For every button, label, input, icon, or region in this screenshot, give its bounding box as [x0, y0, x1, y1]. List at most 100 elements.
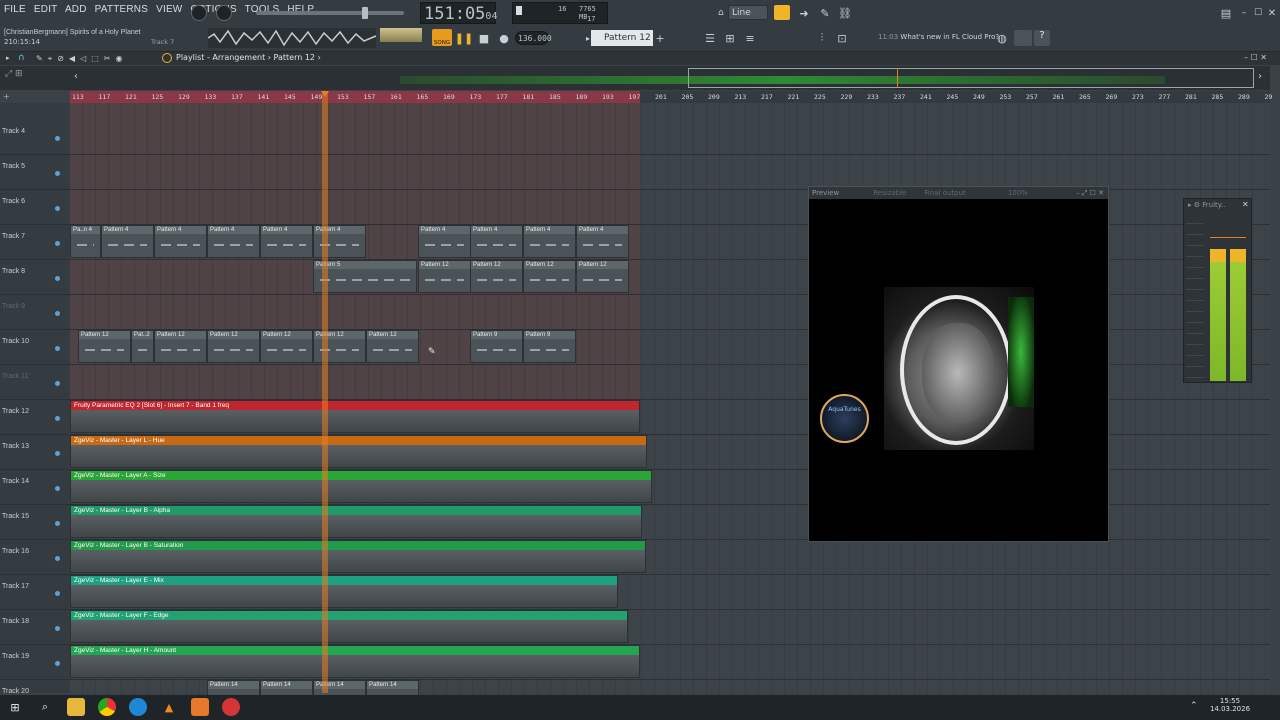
shop-icon[interactable]: ▤ — [1218, 5, 1234, 21]
pencil-icon[interactable]: ✎ — [817, 5, 833, 21]
help-icon[interactable]: ? — [1034, 30, 1050, 46]
pattern-clip[interactable]: Pattern 12 — [78, 330, 131, 363]
overview-viewport[interactable] — [688, 68, 1254, 88]
track-header[interactable]: Track 15 — [0, 505, 70, 540]
plugin-manager-icon[interactable] — [1014, 30, 1032, 46]
folder-icon[interactable] — [67, 698, 85, 716]
track-header[interactable]: Track 16 — [0, 540, 70, 575]
pattern-clip[interactable]: Pattern 12 — [523, 260, 576, 293]
track-led-icon[interactable] — [55, 556, 60, 561]
track-header[interactable]: Track 8 — [0, 260, 70, 295]
track-header[interactable]: Track 18 — [0, 610, 70, 645]
automation-clip[interactable]: ZgeViz - Master - Layer H - Amount — [70, 645, 640, 678]
playhead-marker-icon[interactable] — [321, 91, 329, 97]
pattern-clip[interactable]: Pattern 9 — [470, 330, 523, 363]
track-led-icon[interactable] — [55, 661, 60, 666]
pattern-clip[interactable]: Pattern 4 — [576, 225, 629, 258]
playlist-window-controls[interactable]: – ☐ ✕ — [1244, 53, 1267, 62]
pattern-clip[interactable]: Pattern 12 — [313, 330, 366, 363]
track-header[interactable]: Track 10 — [0, 330, 70, 365]
pause-icon[interactable]: ❚❚ — [455, 30, 473, 46]
song-position-display[interactable]: 151:0504 — [420, 2, 497, 24]
toolbar-arrow-icon[interactable]: ▸ — [6, 54, 10, 62]
channel-rack-icon[interactable]: ≡ — [742, 30, 758, 46]
stop-icon[interactable]: ■ — [476, 30, 492, 46]
piano-roll-icon[interactable]: ⊞ — [722, 30, 738, 46]
playlist-options-icon[interactable] — [162, 53, 172, 63]
search-icon[interactable]: ⌕ — [36, 698, 54, 716]
master-pitch-knob[interactable] — [216, 5, 232, 21]
automation-clip[interactable]: ZgeViz - Master - Layer F - Edge — [70, 610, 628, 643]
playlist-mode-icon[interactable] — [774, 5, 790, 20]
pattern-clip[interactable]: Pattern 12 — [576, 260, 629, 293]
pattern-clip[interactable]: Pattern 12 — [470, 260, 523, 293]
pattern-clip[interactable]: Pattern 9 — [523, 330, 576, 363]
track-header[interactable]: Track 19 — [0, 645, 70, 680]
pattern-clip[interactable]: Pattern 5 — [313, 260, 417, 293]
track-led-icon[interactable] — [55, 451, 60, 456]
link-icon[interactable]: ⛓ — [837, 5, 853, 21]
track-led-icon[interactable] — [55, 241, 60, 246]
arrangement-overview[interactable]: ⤢ ⊞ ‹ › — [0, 66, 1270, 90]
track-header[interactable]: Track 11 — [0, 365, 70, 400]
plugin-icon[interactable]: ⊡ — [834, 30, 850, 46]
playhead[interactable] — [322, 91, 328, 693]
track-header[interactable]: Track 4 — [0, 120, 70, 155]
track-led-icon[interactable] — [55, 626, 60, 631]
main-volume-slider[interactable] — [256, 11, 404, 15]
mixer-close-icon[interactable]: ✕ — [1242, 200, 1249, 209]
chrome-icon[interactable] — [98, 698, 116, 716]
pattern-clip[interactable]: Pattern 12 — [260, 330, 313, 363]
pattern-clip[interactable]: Pattern 12 — [366, 330, 419, 363]
pattern-clip[interactable]: Pattern 4 — [207, 225, 260, 258]
song-mode-toggle[interactable]: SONG — [432, 29, 452, 46]
menu-edit[interactable]: EDIT — [34, 4, 58, 15]
windows-icon[interactable]: ⊞ — [6, 698, 24, 716]
automation-clip[interactable]: ZgeViz - Master - Layer B - Alpha — [70, 505, 642, 538]
record-icon[interactable]: ● — [496, 30, 512, 46]
preview-output[interactable]: Final output — [924, 187, 965, 199]
track-led-icon[interactable] — [55, 311, 60, 316]
pattern-clip[interactable]: Pa..n 4 — [70, 225, 101, 258]
automation-clip[interactable]: ZgeViz - Master - Layer L - Hue — [70, 435, 647, 468]
track-header[interactable]: Track 13 — [0, 435, 70, 470]
pattern-clip[interactable]: Pattern 4 — [154, 225, 207, 258]
pattern-clip[interactable]: Pattern 4 — [313, 225, 366, 258]
menu-patterns[interactable]: PATTERNS — [95, 4, 148, 15]
track-led-icon[interactable] — [55, 591, 60, 596]
track-led-icon[interactable] — [55, 171, 60, 176]
add-pattern-icon[interactable]: + — [652, 30, 668, 46]
menu-view[interactable]: VIEW — [156, 4, 182, 15]
track-header[interactable]: Track 14 — [0, 470, 70, 505]
menu-file[interactable]: FILE — [4, 4, 26, 15]
preview-zoom[interactable]: 100% — [1008, 187, 1028, 199]
mixer-icon[interactable]: ⫶ — [814, 30, 830, 46]
pattern-clip[interactable]: Pattern 4 — [101, 225, 154, 258]
pattern-selector[interactable]: Pattern 12 — [591, 30, 653, 46]
media-icon[interactable] — [222, 698, 240, 716]
track-header[interactable]: Track 6 — [0, 190, 70, 225]
tray-arrow-icon[interactable]: ⌃ — [1190, 701, 1198, 711]
news-ticker[interactable]: 11:03 What's new in FL Cloud Pro? — [878, 33, 999, 41]
pattern-clip[interactable]: Pattern 4 — [418, 225, 471, 258]
automation-clip[interactable]: ZgeViz - Master - Layer A - Size — [70, 470, 652, 503]
track-led-icon[interactable] — [55, 346, 60, 351]
track-header[interactable]: Track 7 — [0, 225, 70, 260]
magnet-icon[interactable]: ∩ — [18, 53, 28, 63]
pattern-clip[interactable]: Pattern 12 — [418, 260, 471, 293]
track-led-icon[interactable] — [55, 486, 60, 491]
fl-studio-icon[interactable] — [191, 698, 209, 716]
preview-resizable[interactable]: Resizable — [873, 187, 906, 199]
preview-window-controls[interactable]: – ⤢ ☐ ✕ — [1076, 187, 1104, 199]
pattern-clip[interactable]: Pat..2 — [131, 330, 154, 363]
automation-clip[interactable]: Fruity Parametric EQ 2 [Slot 6] - Insert… — [70, 400, 640, 433]
track-led-icon[interactable] — [55, 381, 60, 386]
scroll-left-icon[interactable]: ‹ — [74, 71, 78, 82]
track-header[interactable]: Track 5 — [0, 155, 70, 190]
system-clock[interactable]: 15:55 14.03.2026 — [1205, 697, 1255, 713]
pattern-clip[interactable]: Pattern 12 — [207, 330, 260, 363]
automation-clip[interactable]: ZgeViz - Master - Layer E - Mix — [70, 575, 618, 608]
track-led-icon[interactable] — [55, 276, 60, 281]
pattern-clip[interactable]: Pattern 4 — [260, 225, 313, 258]
globe-icon[interactable]: ◍ — [994, 30, 1010, 46]
